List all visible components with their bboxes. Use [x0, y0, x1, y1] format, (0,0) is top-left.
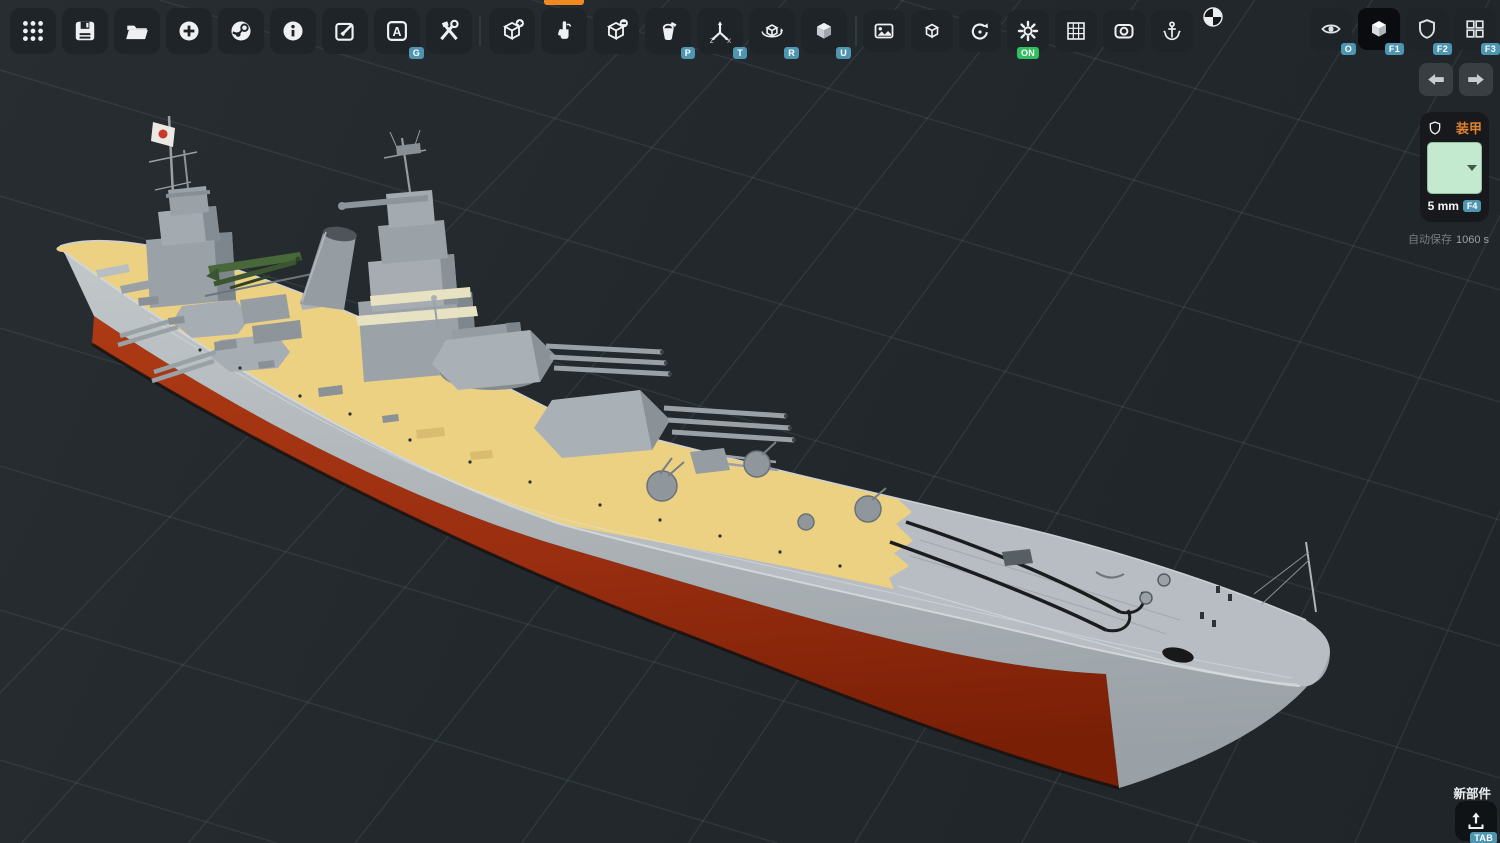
- armor-mode-button[interactable]: F2: [1406, 8, 1448, 50]
- translate-tool-badge: T: [733, 47, 747, 59]
- letter-a-icon: A: [384, 18, 410, 44]
- select-tool-button[interactable]: [541, 8, 587, 54]
- text-tool-button[interactable]: A G: [374, 8, 420, 54]
- center-of-mass-marker: [1203, 7, 1223, 27]
- structure-mode-button[interactable]: F1: [1358, 8, 1400, 50]
- svg-text:A: A: [393, 25, 402, 39]
- main-turret-b: [432, 330, 672, 390]
- svg-text:X: X: [727, 39, 731, 44]
- tools-button[interactable]: [426, 8, 472, 54]
- cube-plus-icon: [499, 18, 525, 44]
- edit-square-icon: [332, 18, 358, 44]
- toolbar-file-group: A G: [10, 8, 472, 54]
- chevron-down-icon: [1467, 165, 1477, 171]
- image-icon: [872, 19, 896, 43]
- grid-icon: [1064, 19, 1088, 43]
- paint-tool-button[interactable]: P: [645, 8, 691, 54]
- rotate-cube-icon: [759, 18, 785, 44]
- paint-bucket-icon: [655, 18, 681, 44]
- shield-icon: [1427, 119, 1443, 137]
- open-folder-button[interactable]: [114, 8, 160, 54]
- gear-icon: [1016, 19, 1040, 43]
- grid-menu-icon: [20, 18, 46, 44]
- settings-button[interactable]: ON: [1007, 10, 1049, 52]
- new-part-button[interactable]: TAB: [1455, 801, 1497, 841]
- components-mode-button[interactable]: F3: [1454, 8, 1496, 50]
- autosave-status: 自动保存 1060 s: [1408, 231, 1489, 247]
- mode-switcher: O F1 F2 F3: [1310, 8, 1496, 50]
- toolbar-separator-1: [479, 16, 481, 46]
- edit-button[interactable]: [322, 8, 368, 54]
- armor-material-select[interactable]: [1427, 142, 1482, 194]
- battleship-model: [57, 116, 1330, 788]
- new-part-label: 新部件: [1453, 783, 1491, 802]
- block-view-button[interactable]: [911, 10, 953, 52]
- settings-on-badge: ON: [1017, 47, 1039, 59]
- arrow-right-icon: [1465, 69, 1487, 91]
- autosave-label: 自动保存: [1408, 234, 1452, 246]
- info-circle-icon: [280, 18, 306, 44]
- screenshot-button[interactable]: [863, 10, 905, 52]
- folder-open-icon: [124, 18, 150, 44]
- camera-button[interactable]: [1103, 10, 1145, 52]
- new-part-badge: TAB: [1470, 832, 1497, 843]
- toolbar-view-group: ON: [863, 10, 1193, 52]
- steam-icon: [228, 18, 254, 44]
- armor-thickness-value: 5 mm: [1428, 199, 1459, 213]
- grid-toggle-button[interactable]: [1055, 10, 1097, 52]
- structure-mode-badge: F1: [1385, 43, 1404, 55]
- scale-tool-button[interactable]: U: [801, 8, 847, 54]
- rotate-tool-button[interactable]: R: [749, 8, 795, 54]
- redo-button[interactable]: [1459, 63, 1493, 96]
- translate-tool-button[interactable]: Z X T: [697, 8, 743, 54]
- cube-filled-icon: [1367, 17, 1391, 41]
- anchor-icon: [1160, 19, 1184, 43]
- rotate-tool-badge: R: [784, 47, 799, 59]
- funnel: [300, 225, 358, 310]
- menu-button[interactable]: [10, 8, 56, 54]
- svg-text:Z: Z: [710, 39, 714, 44]
- reset-view-button[interactable]: [959, 10, 1001, 52]
- hand-pointer-icon: [551, 18, 577, 44]
- save-icon: [72, 18, 98, 44]
- plus-circle-icon: [176, 18, 202, 44]
- save-button[interactable]: [62, 8, 108, 54]
- reset-rotation-icon: [968, 19, 992, 43]
- anchor-button[interactable]: [1151, 10, 1193, 52]
- visibility-mode-badge: O: [1341, 43, 1356, 55]
- visibility-mode-button[interactable]: O: [1310, 8, 1352, 50]
- cube-outline-icon: [920, 19, 944, 43]
- cube-minus-icon: [603, 18, 629, 44]
- tools-icon: [436, 18, 462, 44]
- armor-mode-badge: F2: [1433, 43, 1452, 55]
- active-tool-indicator: [544, 0, 584, 5]
- upload-icon: [1464, 809, 1488, 833]
- scale-tool-badge: U: [836, 47, 851, 59]
- toolbar-edit-group: P Z X T R U: [489, 8, 847, 54]
- arrow-left-icon: [1425, 69, 1447, 91]
- armor-panel-title: 装甲: [1456, 118, 1482, 137]
- shield-icon: [1415, 17, 1439, 41]
- text-tool-badge: G: [409, 47, 424, 59]
- undo-button[interactable]: [1419, 63, 1453, 96]
- armor-panel-badge: F4: [1463, 200, 1482, 212]
- camera-icon: [1112, 19, 1136, 43]
- steam-button[interactable]: [218, 8, 264, 54]
- add-part-button[interactable]: [489, 8, 535, 54]
- history-controls: [1419, 63, 1493, 96]
- eye-icon: [1319, 17, 1343, 41]
- remove-part-button[interactable]: [593, 8, 639, 54]
- armor-panel: 装甲 5 mm F4: [1420, 112, 1489, 222]
- cube-solid-icon: [811, 18, 837, 44]
- blocks-icon: [1463, 17, 1487, 41]
- toolbar-separator-2: [855, 16, 857, 46]
- autosave-value: 1060 s: [1456, 234, 1489, 246]
- paint-tool-badge: P: [681, 47, 695, 59]
- add-new-button[interactable]: [166, 8, 212, 54]
- components-mode-badge: F3: [1481, 43, 1500, 55]
- viewport-3d[interactable]: [0, 0, 1500, 843]
- move-axes-icon: Z X: [707, 18, 733, 44]
- info-button[interactable]: [270, 8, 316, 54]
